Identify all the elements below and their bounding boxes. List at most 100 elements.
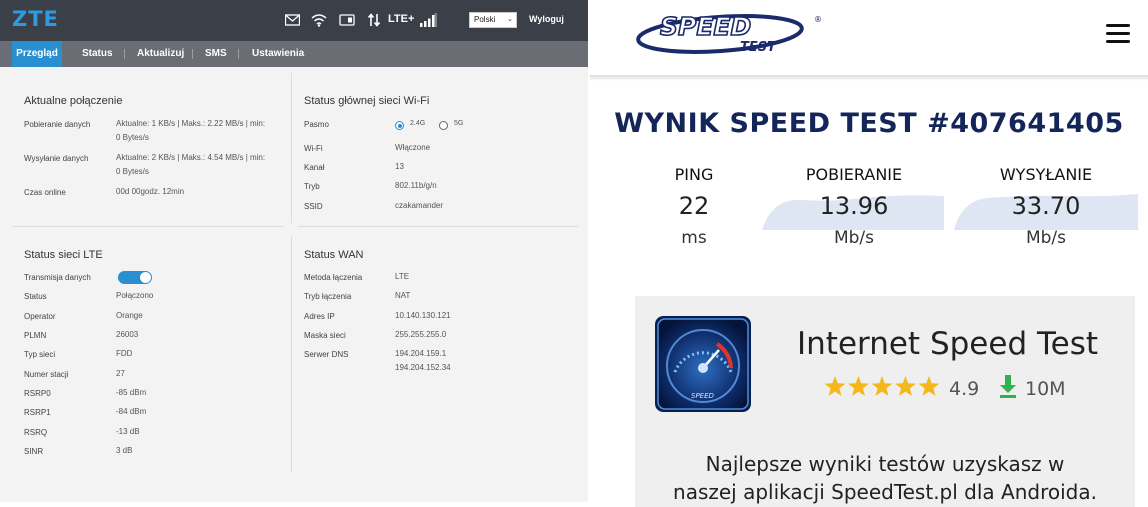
nav-divider xyxy=(238,49,239,59)
wifi-value: Włączone xyxy=(395,143,431,152)
connection-method-label: Metoda łączenia xyxy=(304,273,363,282)
ping-unit: ms xyxy=(681,228,707,248)
sinr-label: SINR xyxy=(24,447,44,456)
toggle-knob xyxy=(140,272,151,283)
language-select[interactable]: Polski ⌄ xyxy=(469,12,517,28)
band-5g-radio[interactable] xyxy=(439,121,448,130)
online-time-label: Czas online xyxy=(24,188,66,197)
upload-label: Wysyłanie danych xyxy=(24,154,89,163)
logo-text-test: TEST xyxy=(740,40,777,55)
band-label: Pasmo xyxy=(304,120,329,129)
upload-value-line: 0 Bytes/s xyxy=(116,167,149,176)
wifi-status-title: Status głównej sieci Wi-Fi xyxy=(304,95,430,107)
connection-mode-label: Tryb łączenia xyxy=(304,292,352,301)
wifi-label: Wi-Fi xyxy=(304,144,323,153)
panel-divider xyxy=(291,73,292,223)
ip-address-value: 10.140.130.121 xyxy=(395,311,451,320)
dns-label: Serwer DNS xyxy=(304,350,349,359)
router-topbar: ZTE LTE+ Polski ⌄ Wyloguj xyxy=(0,0,588,41)
online-time-value: 00d 00godz. 12min xyxy=(116,187,185,196)
dns-primary: 194.204.159.1 xyxy=(395,349,447,358)
ping-label: PING xyxy=(674,165,714,184)
network-type-label: LTE+ xyxy=(388,13,415,25)
station-number-label: Numer stacji xyxy=(24,370,69,379)
app-promo-text: Najlepsze wyniki testów uzyskasz w nasze… xyxy=(635,450,1135,506)
netmask-value: 255.255.255.0 xyxy=(395,330,447,339)
logo-text-speed: SPEED xyxy=(660,12,751,41)
upload-unit: Mb/s xyxy=(1025,228,1067,248)
star-icon xyxy=(895,376,916,396)
nav-divider xyxy=(124,49,125,59)
logout-button[interactable]: Wyloguj xyxy=(529,14,564,24)
star-icon xyxy=(824,376,846,396)
router-admin-panel: ZTE LTE+ Polski ⌄ Wyloguj Przegląd Statu… xyxy=(0,0,588,502)
ssid-value: czakamander xyxy=(395,201,444,210)
rsrp0-label: RSRP0 xyxy=(24,389,51,398)
upload-value: 33.70 xyxy=(1011,192,1081,220)
star-icon xyxy=(848,376,869,396)
lte-status-value: Połączono xyxy=(116,291,154,300)
app-promo-card[interactable]: SPEED Internet Speed Test 4.9 10M Najlep… xyxy=(635,296,1135,507)
sim-icon xyxy=(339,14,355,26)
result-title: WYNIK SPEED TEST #407641405 xyxy=(614,108,1124,139)
download-label: POBIERANIE xyxy=(805,165,903,184)
channel-value: 13 xyxy=(395,162,404,171)
lte-status-label: Status xyxy=(24,292,47,301)
upload-value-line: Aktualne: 2 KB/s | Maks.: 4.54 MB/s | mi… xyxy=(116,153,266,162)
menu-bar xyxy=(1106,32,1130,35)
download-unit: Mb/s xyxy=(833,228,875,248)
ip-address-label: Adres IP xyxy=(304,312,335,321)
rsrp1-label: RSRP1 xyxy=(24,408,51,417)
signal-strength-icon xyxy=(420,13,437,27)
hamburger-menu-icon[interactable] xyxy=(1104,22,1132,46)
tab-update[interactable]: Aktualizuj xyxy=(137,41,184,67)
ping-metric: PING 22 ms xyxy=(654,165,734,248)
speedometer-app-icon[interactable]: SPEED xyxy=(655,316,751,412)
data-transfer-toggle[interactable] xyxy=(118,271,152,284)
panel-divider xyxy=(291,236,292,472)
dns-value: 194.204.159.1 194.204.152.34 xyxy=(395,347,451,375)
ping-value: 22 xyxy=(678,192,710,220)
operator-label: Operator xyxy=(24,312,56,321)
rsrq-value: -13 dB xyxy=(116,427,140,436)
network-type-row-label: Typ sieci xyxy=(24,350,56,359)
tab-settings[interactable]: Ustawienia xyxy=(252,41,304,67)
speedtest-logo[interactable]: SPEED TEST ® xyxy=(634,10,834,56)
promo-line: Najlepsze wyniki testów uzyskasz w xyxy=(705,452,1065,476)
app-rating-value: 4.9 xyxy=(949,378,980,400)
ssid-label: SSID xyxy=(304,202,323,211)
star-icon xyxy=(918,376,940,396)
menu-bar xyxy=(1106,24,1130,27)
download-value-line: Aktualne: 1 KB/s | Maks.: 2.22 MB/s | mi… xyxy=(116,119,266,128)
tab-status[interactable]: Status xyxy=(82,41,113,67)
rating-stars xyxy=(824,376,940,396)
channel-label: Kanał xyxy=(304,163,325,172)
speedtest-result-page: SPEED TEST ® WYNIK SPEED TEST #407641405… xyxy=(590,0,1148,507)
star-icon xyxy=(871,376,893,396)
plmn-value: 26003 xyxy=(116,330,139,339)
current-connection-title: Aktualne połączenie xyxy=(24,95,123,107)
mode-label: Tryb xyxy=(304,182,320,191)
upload-value: Aktualne: 2 KB/s | Maks.: 4.54 MB/s | mi… xyxy=(116,151,265,179)
band-2g-radio[interactable] xyxy=(395,121,404,130)
menu-bar xyxy=(1106,40,1130,43)
upload-label: WYSYŁANIE xyxy=(999,165,1093,184)
plmn-label: PLMN xyxy=(24,331,47,340)
panel-divider xyxy=(12,226,284,227)
tab-sms[interactable]: SMS xyxy=(205,41,227,67)
rsrp1-value: -84 dBm xyxy=(116,407,147,416)
router-nav: Przegląd Status Aktualizuj SMS Ustawieni… xyxy=(0,41,588,67)
header-shadow xyxy=(590,75,1148,81)
app-downloads-count: 10M xyxy=(1025,378,1066,400)
tab-overview[interactable]: Przegląd xyxy=(12,41,62,67)
svg-text:SPEED: SPEED xyxy=(691,392,715,400)
band-2g-label: 2.4G xyxy=(410,120,426,127)
mail-icon[interactable] xyxy=(285,13,300,27)
wifi-icon[interactable] xyxy=(311,13,327,27)
wan-status-title: Status WAN xyxy=(304,249,364,261)
promo-line: naszej aplikacji SpeedTest.pl dla Androi… xyxy=(673,480,1097,504)
registered-mark: ® xyxy=(814,15,822,24)
download-label: Pobieranie danych xyxy=(24,120,91,129)
dns-secondary: 194.204.152.34 xyxy=(395,363,451,372)
download-metric: POBIERANIE 13.96 Mb/s xyxy=(774,165,934,248)
